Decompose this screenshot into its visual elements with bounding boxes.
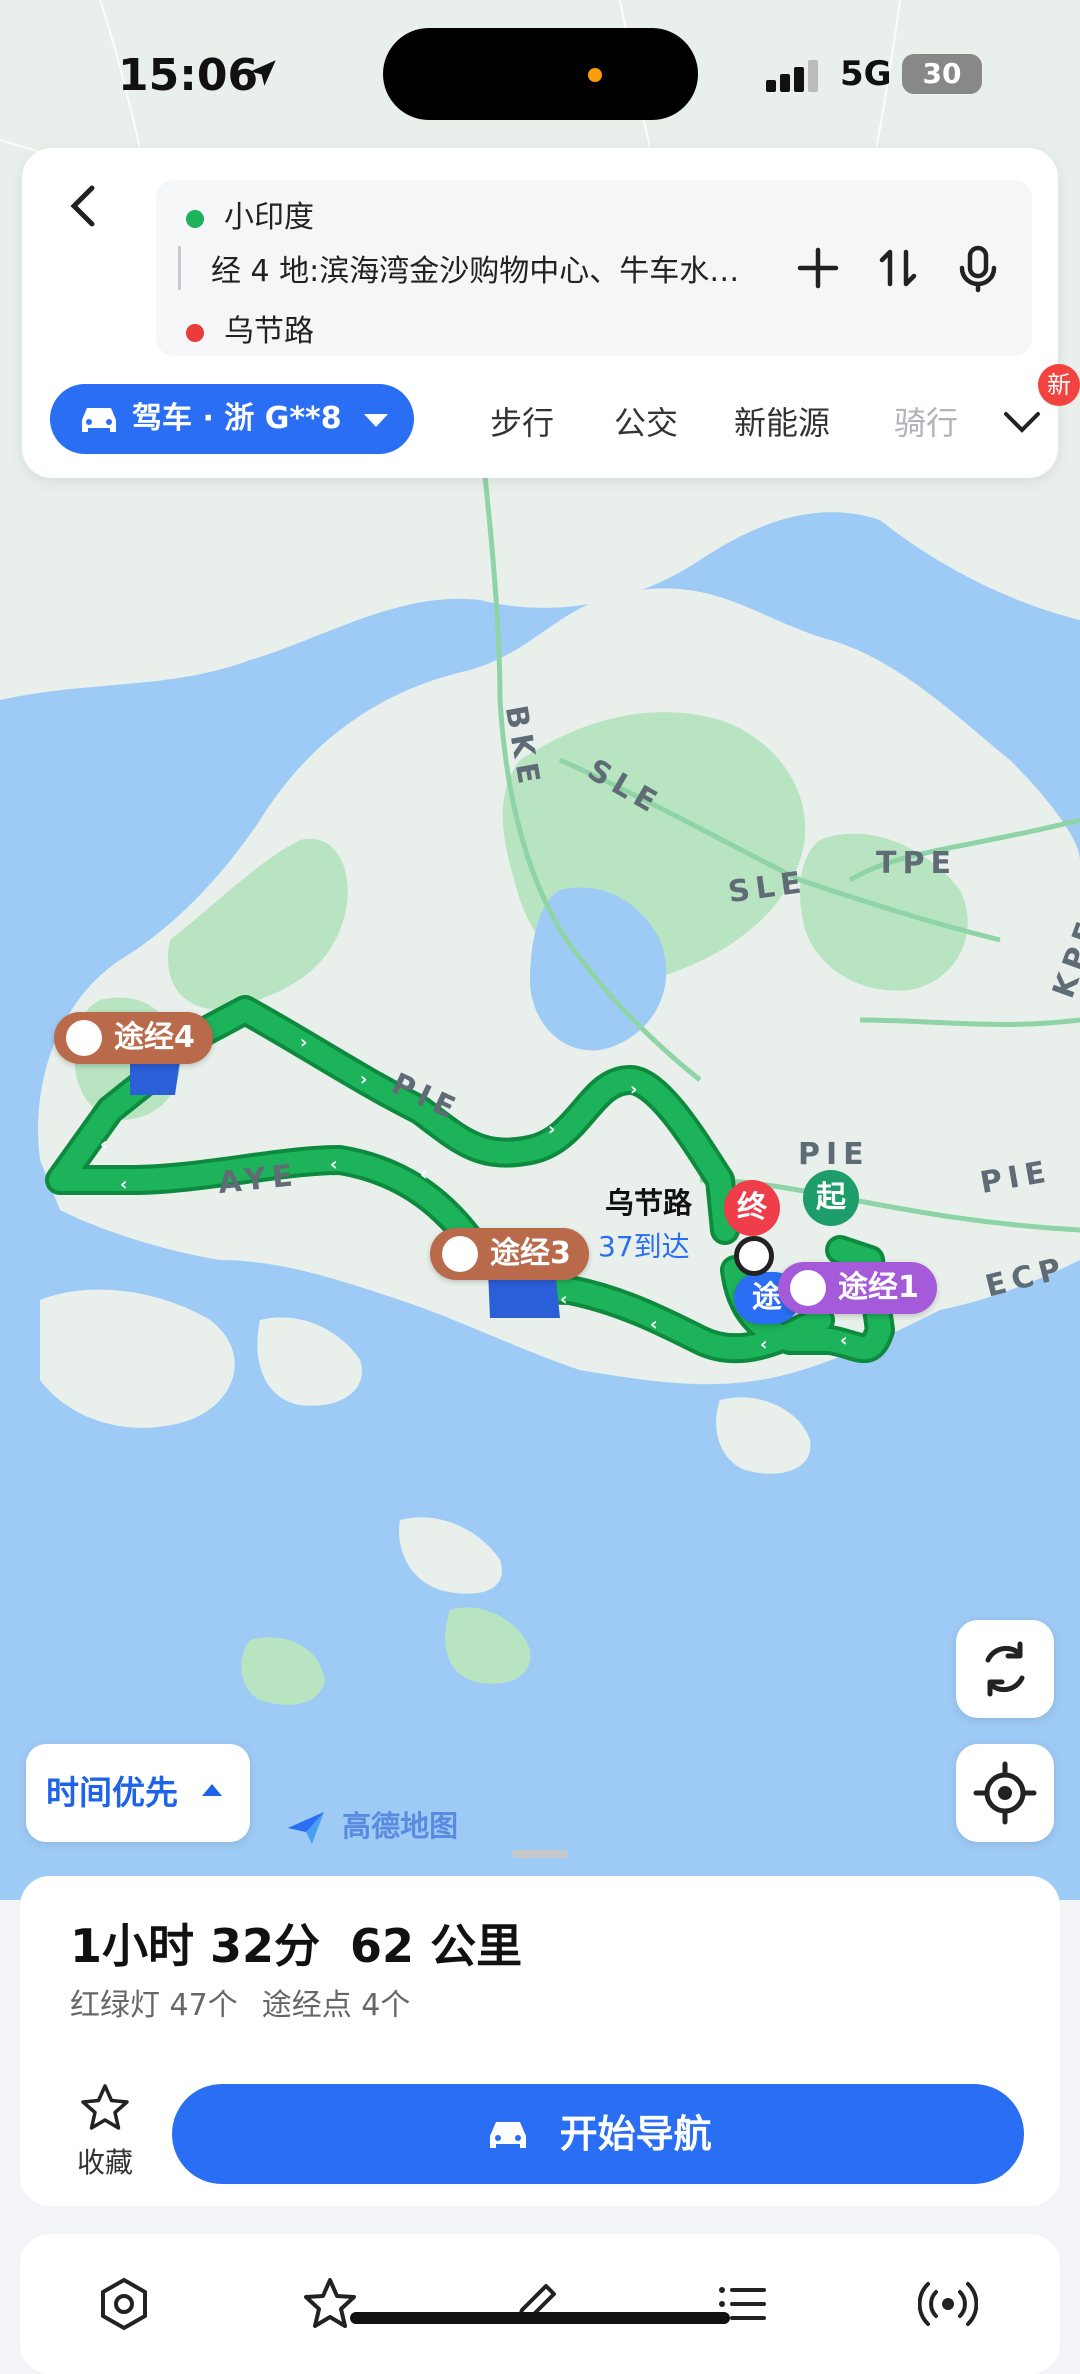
broadcast-icon[interactable] bbox=[918, 2274, 978, 2334]
sheet-drag-handle[interactable] bbox=[512, 1850, 568, 1858]
favorite-button[interactable]: 收藏 bbox=[60, 2082, 150, 2181]
star-icon bbox=[81, 2084, 129, 2130]
dynamic-island bbox=[383, 28, 698, 120]
svg-text:›: › bbox=[548, 1119, 555, 1140]
route-details: 红绿灯 47个 途经点 4个 bbox=[70, 1980, 410, 2024]
more-modes-chevron-icon[interactable] bbox=[1000, 406, 1044, 436]
refresh-route-button[interactable] bbox=[956, 1620, 1054, 1718]
battery-indicator: 30 bbox=[902, 54, 982, 94]
route-summary: 1小时 32分 62 公里 bbox=[70, 1910, 522, 1976]
location-arrow-icon bbox=[250, 60, 276, 86]
edit-icon[interactable] bbox=[506, 2274, 566, 2334]
car-icon bbox=[490, 2121, 527, 2148]
list-icon[interactable] bbox=[712, 2274, 772, 2334]
route-search-card: 小印度 经 4 地:滨海湾金沙购物中心、牛车水… 乌节路 驾车 · 浙 G**8… bbox=[22, 148, 1080, 478]
new-badge: 新 bbox=[1038, 364, 1080, 406]
tab-walk[interactable]: 步行 bbox=[490, 398, 554, 444]
route-duration: 1小时 32分 bbox=[70, 1919, 321, 1973]
destination-pin-icon bbox=[734, 1236, 774, 1276]
microphone-icon[interactable] bbox=[950, 240, 1006, 296]
swap-icon[interactable] bbox=[870, 240, 926, 296]
chevron-up-icon bbox=[202, 1784, 222, 1796]
tab-drive[interactable]: 驾车 · 浙 G**8 bbox=[50, 384, 414, 454]
add-waypoint-icon[interactable] bbox=[790, 240, 846, 296]
origin-field[interactable]: 小印度 bbox=[186, 192, 314, 236]
tab-ride[interactable]: 骑行 bbox=[894, 398, 958, 444]
tab-new-energy[interactable]: 新能源 bbox=[734, 398, 830, 444]
route-summary-sheet: 1小时 32分 62 公里 红绿灯 47个 途经点 4个 收藏 开始导航 bbox=[20, 1876, 1060, 2206]
svg-text:‹: ‹ bbox=[120, 1174, 127, 1195]
bottom-toolbar bbox=[20, 2234, 1060, 2374]
travel-mode-tabs: 驾车 · 浙 G**8 步行 公交 新能源 骑行 新 bbox=[50, 364, 1080, 456]
svg-text:›: › bbox=[360, 1069, 367, 1090]
svg-text:‹: ‹ bbox=[330, 1154, 337, 1175]
route-points[interactable]: 小印度 经 4 地:滨海湾金沙购物中心、牛车水… 乌节路 bbox=[156, 180, 1032, 356]
start-marker[interactable]: 起 bbox=[803, 1170, 859, 1226]
destination-field[interactable]: 乌节路 bbox=[186, 306, 314, 350]
svg-text:‹: ‹ bbox=[560, 1289, 567, 1310]
tab-transit[interactable]: 公交 bbox=[614, 398, 678, 444]
waypoints-field[interactable]: 经 4 地:滨海湾金沙购物中心、牛车水… bbox=[178, 246, 811, 290]
route-priority-dropdown[interactable]: 时间优先 bbox=[26, 1744, 250, 1842]
chevron-down-icon bbox=[364, 414, 388, 427]
svg-text:›: › bbox=[630, 1079, 637, 1100]
road-label-pie-2: PIE bbox=[798, 1137, 870, 1172]
svg-text:‹: ‹ bbox=[420, 1164, 427, 1185]
svg-text:›: › bbox=[300, 1032, 307, 1053]
destination-dot-icon bbox=[186, 323, 204, 342]
signal-icon bbox=[766, 60, 818, 92]
svg-text:‹: ‹ bbox=[840, 1330, 847, 1351]
svg-text:‹: ‹ bbox=[650, 1314, 657, 1335]
museum-icon bbox=[66, 1020, 102, 1056]
privacy-dot bbox=[588, 68, 602, 82]
waypoints-count: 途经点 4个 bbox=[261, 1988, 411, 2023]
back-icon[interactable] bbox=[54, 176, 114, 236]
waypoint-1-marker[interactable]: 途经1 bbox=[778, 1262, 937, 1314]
car-icon bbox=[82, 408, 116, 432]
network-type: 5G bbox=[840, 54, 892, 94]
destination-name: 乌节路 bbox=[605, 1186, 693, 1220]
refresh-icon bbox=[985, 1641, 1025, 1697]
amap-logo-icon bbox=[288, 1812, 324, 1844]
end-marker[interactable]: 终 bbox=[724, 1180, 780, 1236]
locate-icon bbox=[973, 1761, 1037, 1825]
waypoint-4-marker[interactable]: 途经4 bbox=[54, 1012, 213, 1064]
locate-button[interactable] bbox=[956, 1744, 1054, 1842]
svg-text:‹: ‹ bbox=[100, 1134, 107, 1155]
waypoint-3-marker[interactable]: 途经3 bbox=[430, 1228, 589, 1280]
amap-logo: 高德地图 bbox=[286, 1803, 458, 1846]
traffic-lights-count: 红绿灯 47个 bbox=[70, 1988, 238, 2023]
settings-hexagon-icon[interactable] bbox=[94, 2274, 154, 2334]
start-navigation-button[interactable]: 开始导航 bbox=[172, 2084, 1024, 2184]
shopping-cart-icon bbox=[790, 1270, 826, 1306]
museum-icon bbox=[442, 1236, 478, 1272]
road-label-tpe: TPE bbox=[876, 846, 957, 881]
origin-dot-icon bbox=[186, 209, 204, 228]
status-time: 15:06 bbox=[118, 50, 259, 101]
eta-label: 37到达 bbox=[598, 1230, 690, 1263]
svg-text:‹: ‹ bbox=[760, 1334, 767, 1355]
route-distance: 62 公里 bbox=[350, 1919, 523, 1973]
star-icon[interactable] bbox=[300, 2274, 360, 2334]
home-indicator bbox=[350, 2312, 730, 2324]
